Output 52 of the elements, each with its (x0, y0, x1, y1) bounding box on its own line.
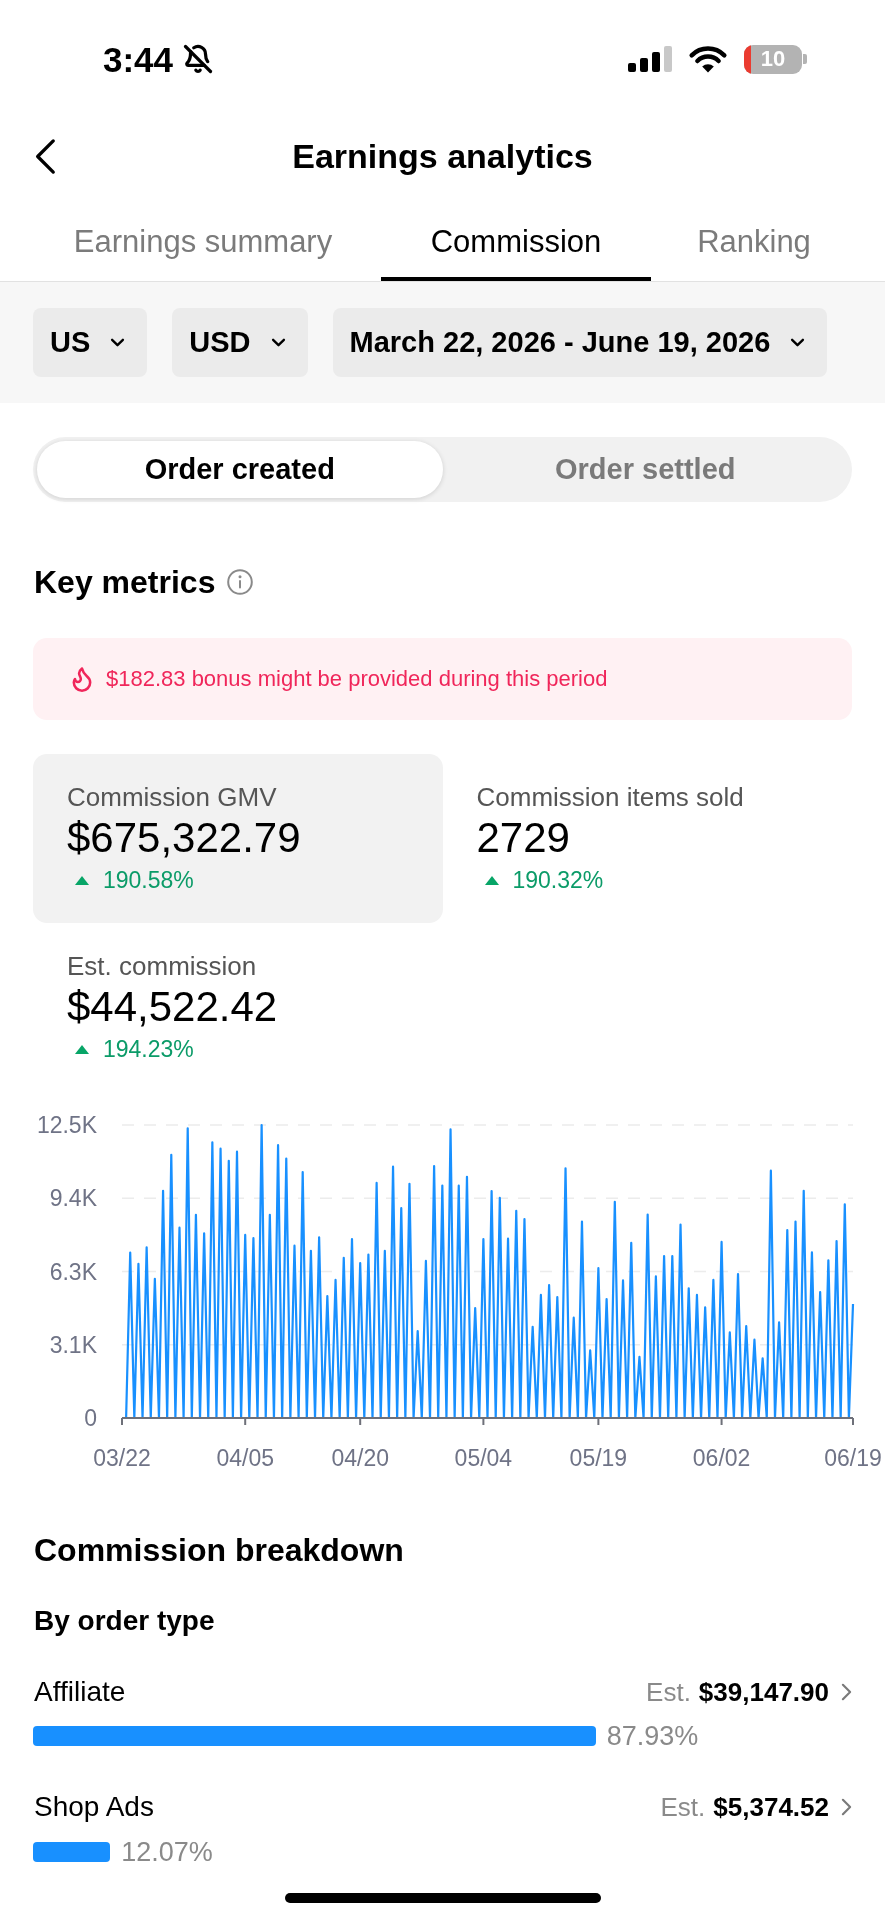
x-axis-label: 05/04 (454, 1445, 513, 1471)
metric-label: Est. commission (67, 951, 257, 981)
section-title: Key metrics (34, 566, 216, 598)
share-percent: 87.93% (606, 1722, 699, 1750)
chevron-right-icon (841, 1798, 852, 1816)
metric-change: 190.58% (103, 868, 194, 892)
signal-icon (628, 46, 672, 72)
filter-dropdown[interactable]: March 22, 2026 - June 19, 2026 (332, 308, 828, 377)
x-axis-label: 03/22 (93, 1445, 151, 1471)
segment-button[interactable]: Order created (37, 441, 443, 498)
amount-link[interactable]: Est. $39,147.90 (646, 1679, 852, 1705)
filter-dropdown[interactable]: US (33, 308, 148, 377)
info-icon[interactable] (227, 569, 254, 595)
section-subtitle: By order type (34, 1606, 215, 1636)
metric-value: $675,322.79 (67, 815, 301, 861)
metric-change: 194.23% (103, 1037, 194, 1061)
segment-button[interactable]: Order settled (442, 441, 848, 498)
tab[interactable]: Ranking (651, 194, 857, 281)
x-axis-label: 06/19 (824, 1445, 882, 1471)
caret-icon (110, 338, 126, 347)
metric-value: $44,522.42 (67, 984, 278, 1030)
tab[interactable]: Commission (381, 194, 651, 281)
page-title: Earnings analytics (292, 139, 593, 173)
y-axis-label: 12.5K (36, 1112, 97, 1138)
y-axis-label: 6.3K (49, 1258, 97, 1285)
x-axis-label: 04/20 (331, 1445, 389, 1471)
battery-indicator: 10 (744, 44, 807, 74)
y-axis-label: 0 (84, 1405, 97, 1431)
metric-label: Commission items sold (476, 782, 744, 812)
status-time: 3:44 (103, 41, 174, 77)
caret-icon (270, 338, 286, 347)
metric-change: 190.32% (512, 868, 604, 892)
chevron-right-icon (841, 1683, 852, 1701)
wifi-icon (688, 45, 728, 73)
caret-icon (790, 338, 806, 347)
x-axis-label: 05/19 (569, 1445, 628, 1471)
section-title: Commission breakdown (34, 1532, 404, 1568)
order-type-label: Affiliate (34, 1678, 126, 1706)
x-axis-label: 06/02 (692, 1445, 751, 1471)
amount-link[interactable]: Est. $5,374.52 (660, 1794, 852, 1820)
x-axis-label: 04/05 (216, 1445, 274, 1471)
y-axis-label: 3.1K (49, 1331, 97, 1358)
metric-value: 2729 (476, 815, 570, 861)
metric-card[interactable]: Commission GMV $675,322.79 190.58% (33, 754, 443, 923)
share-percent: 12.07% (121, 1838, 213, 1866)
filter-dropdown[interactable]: USD (172, 308, 308, 377)
back-icon[interactable] (34, 137, 56, 175)
bonus-text: $182.83 bonus might be provided during this period (106, 668, 608, 690)
y-axis-label: 9.4K (49, 1185, 97, 1212)
metric-label: Commission GMV (67, 782, 277, 812)
tab[interactable]: Earnings summary (25, 194, 381, 281)
order-type-label: Shop Ads (34, 1793, 154, 1821)
